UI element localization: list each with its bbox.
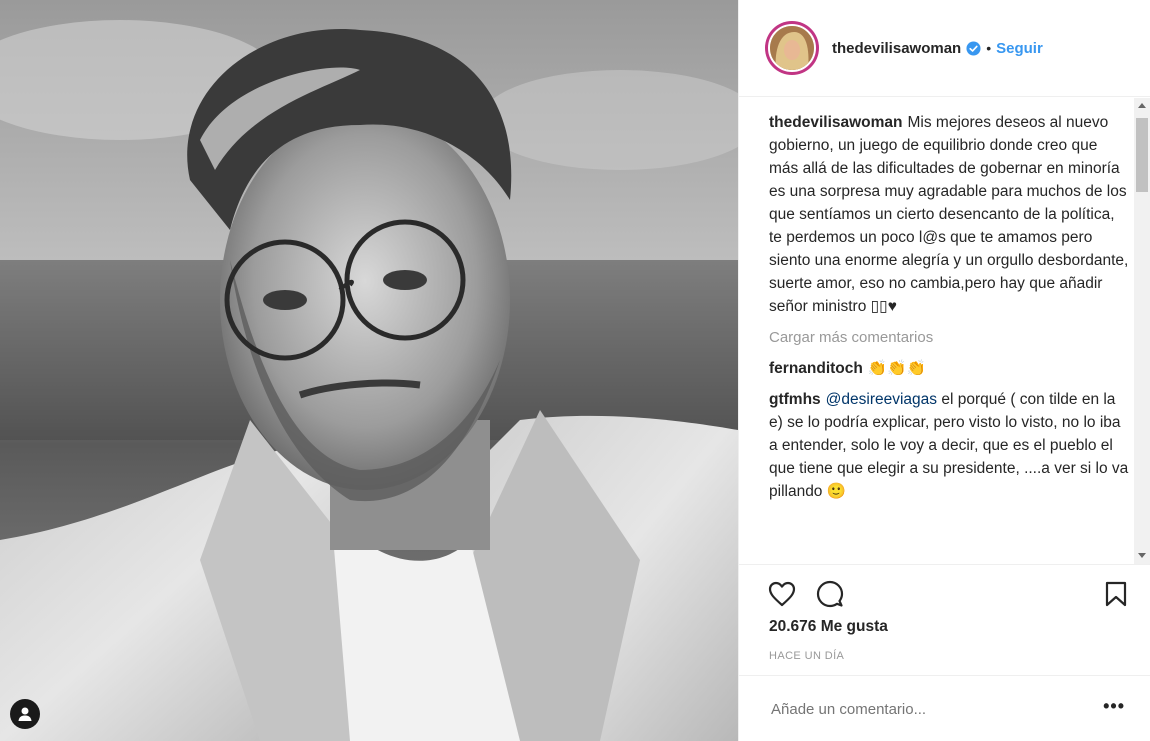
caption-text: Mis mejores deseos al nuevo gobierno, un… xyxy=(769,114,1129,315)
avatar-image xyxy=(768,24,816,72)
post-sidebar: thedevilisawoman • Seguir thedevilisawom… xyxy=(738,0,1150,741)
avatar[interactable] xyxy=(765,21,819,75)
caption-username[interactable]: thedevilisawoman xyxy=(769,114,903,131)
comments-list: thedevilisawoman Mis mejores deseos al nu… xyxy=(769,111,1129,563)
comment-username[interactable]: gtfmhs xyxy=(769,391,821,408)
scrollbar-thumb[interactable] xyxy=(1136,118,1148,192)
instagram-post: thedevilisawoman • Seguir thedevilisawom… xyxy=(0,0,1150,741)
more-options-button[interactable]: ••• xyxy=(1103,697,1125,715)
comments-scrollbar[interactable] xyxy=(1134,98,1150,564)
header-username[interactable]: thedevilisawoman xyxy=(832,40,961,57)
comment-text: el porqué ( con tilde en la e) se lo pod… xyxy=(769,391,1129,500)
post-timestamp[interactable]: HACE UN DÍA xyxy=(769,650,844,662)
heart-icon xyxy=(768,581,796,607)
comment-username[interactable]: fernanditoch xyxy=(769,360,863,377)
tagged-users-button[interactable] xyxy=(10,699,40,729)
bookmark-icon xyxy=(1105,581,1127,607)
comment-item: fernanditoch 👏👏👏 xyxy=(769,357,1129,380)
post-header: thedevilisawoman • Seguir xyxy=(739,0,1150,97)
like-button[interactable] xyxy=(767,579,797,609)
add-comment-section: ••• xyxy=(739,675,1150,741)
comment-text: 👏👏👏 xyxy=(867,360,926,377)
post-actions xyxy=(739,564,1150,622)
caption: thedevilisawoman Mis mejores deseos al nu… xyxy=(769,111,1129,318)
verified-badge-icon xyxy=(966,40,981,56)
comment-input[interactable] xyxy=(769,694,1073,724)
portrait-image xyxy=(0,0,738,741)
likes-count[interactable]: 20.676 Me gusta xyxy=(769,618,888,636)
follow-button[interactable]: Seguir xyxy=(996,40,1043,57)
scroll-up-arrow-icon[interactable] xyxy=(1138,103,1146,108)
comment-button[interactable] xyxy=(815,579,845,609)
comment-mention[interactable]: @desireeviagas xyxy=(826,391,937,408)
scroll-down-arrow-icon[interactable] xyxy=(1138,553,1146,558)
user-icon xyxy=(18,707,32,721)
post-photo[interactable] xyxy=(0,0,738,741)
load-more-comments-button[interactable]: Cargar más comentarios xyxy=(769,327,1129,349)
comment-item: gtfmhs @desireeviagas el porqué ( con til… xyxy=(769,388,1129,503)
save-button[interactable] xyxy=(1101,579,1131,609)
separator-dot: • xyxy=(986,40,992,56)
comment-bubble-icon xyxy=(816,580,844,608)
avatar-photo xyxy=(770,26,814,70)
